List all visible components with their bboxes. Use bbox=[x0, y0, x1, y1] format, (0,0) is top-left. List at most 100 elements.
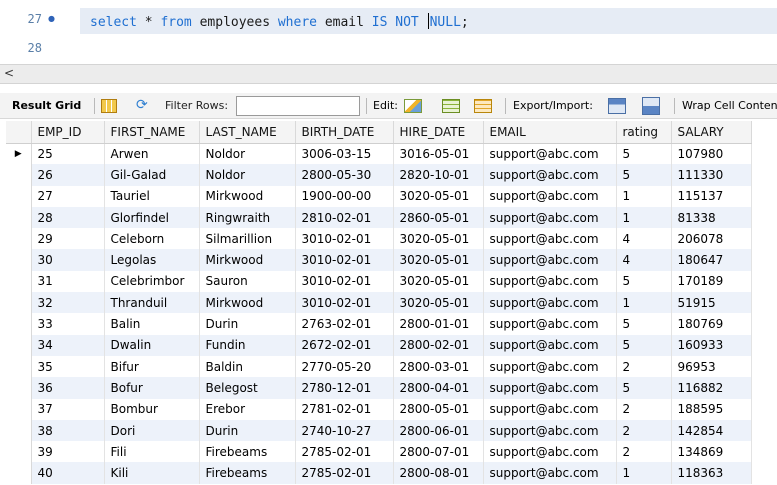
table-cell[interactable]: Firebeams bbox=[199, 462, 296, 484]
table-row[interactable]: 32 Thranduil Mirkwood 3010-02-01 3020-05-01 s… bbox=[6, 292, 752, 314]
table-cell[interactable]: Baldin bbox=[199, 355, 296, 378]
table-cell[interactable]: 3020-05-01 bbox=[393, 270, 484, 293]
table-cell[interactable]: 29 bbox=[31, 228, 105, 250]
row-indicator[interactable] bbox=[6, 249, 32, 271]
table-cell[interactable]: 2800-06-01 bbox=[393, 419, 484, 442]
table-row[interactable]: 34 Dwalin Fundin 2672-02-01 2800-02-01 suppor… bbox=[6, 334, 752, 356]
table-cell[interactable]: 111330 bbox=[671, 164, 752, 186]
table-cell[interactable]: Arwen bbox=[104, 143, 200, 165]
table-cell[interactable]: support@abc.com bbox=[483, 377, 617, 399]
table-cell[interactable]: 2770-05-20 bbox=[295, 355, 394, 378]
column-header[interactable]: HIRE_DATE bbox=[393, 121, 484, 144]
table-cell[interactable]: support@abc.com bbox=[483, 313, 617, 335]
table-cell[interactable]: support@abc.com bbox=[483, 355, 617, 378]
table-cell[interactable]: 25 bbox=[31, 143, 105, 165]
table-cell[interactable]: 30 bbox=[31, 249, 105, 271]
table-cell[interactable]: support@abc.com bbox=[483, 249, 617, 271]
table-cell[interactable]: 2800-02-01 bbox=[393, 334, 484, 356]
sql-editor[interactable]: 26 27 ● 28 select * from employees where… bbox=[0, 0, 777, 64]
table-cell[interactable]: 2 bbox=[616, 398, 672, 420]
table-cell[interactable]: 5 bbox=[616, 164, 672, 186]
table-row[interactable]: 38 Dori Durin 2740-10-27 2800-06-01 support@a… bbox=[6, 419, 752, 442]
table-cell[interactable]: 3020-05-01 bbox=[393, 185, 484, 207]
table-cell[interactable]: 2 bbox=[616, 441, 672, 463]
table-cell[interactable]: 2860-05-01 bbox=[393, 206, 484, 229]
insert-row-icon[interactable] bbox=[442, 99, 460, 113]
table-cell[interactable]: 2 bbox=[616, 419, 672, 442]
table-cell[interactable]: 28 bbox=[31, 206, 105, 229]
table-cell[interactable]: 2800-08-01 bbox=[393, 462, 484, 484]
table-cell[interactable]: 2672-02-01 bbox=[295, 334, 394, 356]
row-indicator[interactable] bbox=[6, 355, 32, 378]
column-header[interactable]: EMAIL bbox=[483, 121, 617, 144]
scroll-left-icon[interactable]: < bbox=[4, 66, 14, 80]
table-cell[interactable]: support@abc.com bbox=[483, 270, 617, 293]
table-cell[interactable]: 2781-02-01 bbox=[295, 398, 394, 420]
table-cell[interactable]: 81338 bbox=[671, 206, 752, 229]
table-cell[interactable]: Mirkwood bbox=[199, 185, 296, 207]
table-cell[interactable]: 1 bbox=[616, 292, 672, 314]
table-cell[interactable]: support@abc.com bbox=[483, 143, 617, 165]
table-cell[interactable]: 3010-02-01 bbox=[295, 270, 394, 293]
table-cell[interactable]: Thranduil bbox=[104, 292, 200, 314]
table-cell[interactable]: support@abc.com bbox=[483, 206, 617, 229]
table-cell[interactable]: support@abc.com bbox=[483, 441, 617, 463]
column-header[interactable]: BIRTH_DATE bbox=[295, 121, 394, 144]
export-icon[interactable] bbox=[608, 98, 626, 114]
table-cell[interactable]: Celeborn bbox=[104, 228, 200, 250]
table-cell[interactable]: 35 bbox=[31, 355, 105, 378]
table-cell[interactable]: Firebeams bbox=[199, 441, 296, 463]
table-row[interactable]: 40 Kili Firebeams 2785-02-01 2800-08-01 suppo… bbox=[6, 462, 752, 484]
table-cell[interactable]: Bofur bbox=[104, 377, 200, 399]
import-icon[interactable] bbox=[642, 97, 660, 115]
table-cell[interactable]: 1900-00-00 bbox=[295, 185, 394, 207]
table-cell[interactable]: Dwalin bbox=[104, 334, 200, 356]
table-cell[interactable]: 3016-05-01 bbox=[393, 143, 484, 165]
table-row[interactable]: 31 Celebrimbor Sauron 3010-02-01 3020-05-01 s… bbox=[6, 270, 752, 293]
table-cell[interactable]: 34 bbox=[31, 334, 105, 356]
table-row[interactable]: 30 Legolas Mirkwood 3010-02-01 3020-05-01 sup… bbox=[6, 249, 752, 271]
row-indicator[interactable] bbox=[6, 292, 32, 314]
table-cell[interactable]: 33 bbox=[31, 313, 105, 335]
table-cell[interactable]: 115137 bbox=[671, 185, 752, 207]
sql-query-line[interactable]: select * from employees where email IS N… bbox=[90, 13, 469, 30]
table-cell[interactable]: Mirkwood bbox=[199, 292, 296, 314]
table-cell[interactable]: Balin bbox=[104, 313, 200, 335]
table-cell[interactable]: Durin bbox=[199, 313, 296, 335]
table-cell[interactable]: Erebor bbox=[199, 398, 296, 420]
table-cell[interactable]: Fundin bbox=[199, 334, 296, 356]
wrap-cell-content-toggle[interactable]: Wrap Cell Content bbox=[682, 97, 777, 115]
table-cell[interactable]: 1 bbox=[616, 185, 672, 207]
table-cell[interactable]: support@abc.com bbox=[483, 164, 617, 186]
table-cell[interactable]: 3020-05-01 bbox=[393, 228, 484, 250]
row-indicator[interactable] bbox=[6, 377, 32, 399]
row-indicator[interactable]: ▶ bbox=[6, 143, 32, 165]
table-cell[interactable]: Legolas bbox=[104, 249, 200, 271]
table-cell[interactable]: Noldor bbox=[199, 164, 296, 186]
table-cell[interactable]: 38 bbox=[31, 419, 105, 442]
table-cell[interactable]: support@abc.com bbox=[483, 292, 617, 314]
table-cell[interactable]: support@abc.com bbox=[483, 398, 617, 420]
table-cell[interactable]: 116882 bbox=[671, 377, 752, 399]
table-cell[interactable]: 2780-12-01 bbox=[295, 377, 394, 399]
table-cell[interactable]: Dori bbox=[104, 419, 200, 442]
table-cell[interactable]: 2820-10-01 bbox=[393, 164, 484, 186]
row-indicator[interactable] bbox=[6, 313, 32, 335]
table-row[interactable]: 29 Celeborn Silmarillion 3010-02-01 3020-05-… bbox=[6, 228, 752, 250]
row-indicator[interactable] bbox=[6, 228, 32, 250]
table-cell[interactable]: 5 bbox=[616, 143, 672, 165]
table-cell[interactable]: 206078 bbox=[671, 228, 752, 250]
table-cell[interactable]: Fili bbox=[104, 441, 200, 463]
column-header[interactable]: EMP_ID bbox=[31, 121, 105, 144]
column-header[interactable]: FIRST_NAME bbox=[104, 121, 200, 144]
table-cell[interactable]: Gil-Galad bbox=[104, 164, 200, 186]
table-cell[interactable]: support@abc.com bbox=[483, 334, 617, 356]
table-cell[interactable]: 2800-05-30 bbox=[295, 164, 394, 186]
filter-rows-input[interactable] bbox=[236, 96, 360, 116]
table-cell[interactable]: 37 bbox=[31, 398, 105, 420]
table-row[interactable]: 27 Tauriel Mirkwood 1900-00-00 3020-05-01 sup… bbox=[6, 185, 752, 207]
table-row[interactable]: 37 Bombur Erebor 2781-02-01 2800-05-01 suppor… bbox=[6, 398, 752, 420]
table-cell[interactable]: 3010-02-01 bbox=[295, 292, 394, 314]
table-cell[interactable]: 107980 bbox=[671, 143, 752, 165]
table-row[interactable]: 33 Balin Durin 2763-02-01 2800-01-01 support@… bbox=[6, 313, 752, 335]
